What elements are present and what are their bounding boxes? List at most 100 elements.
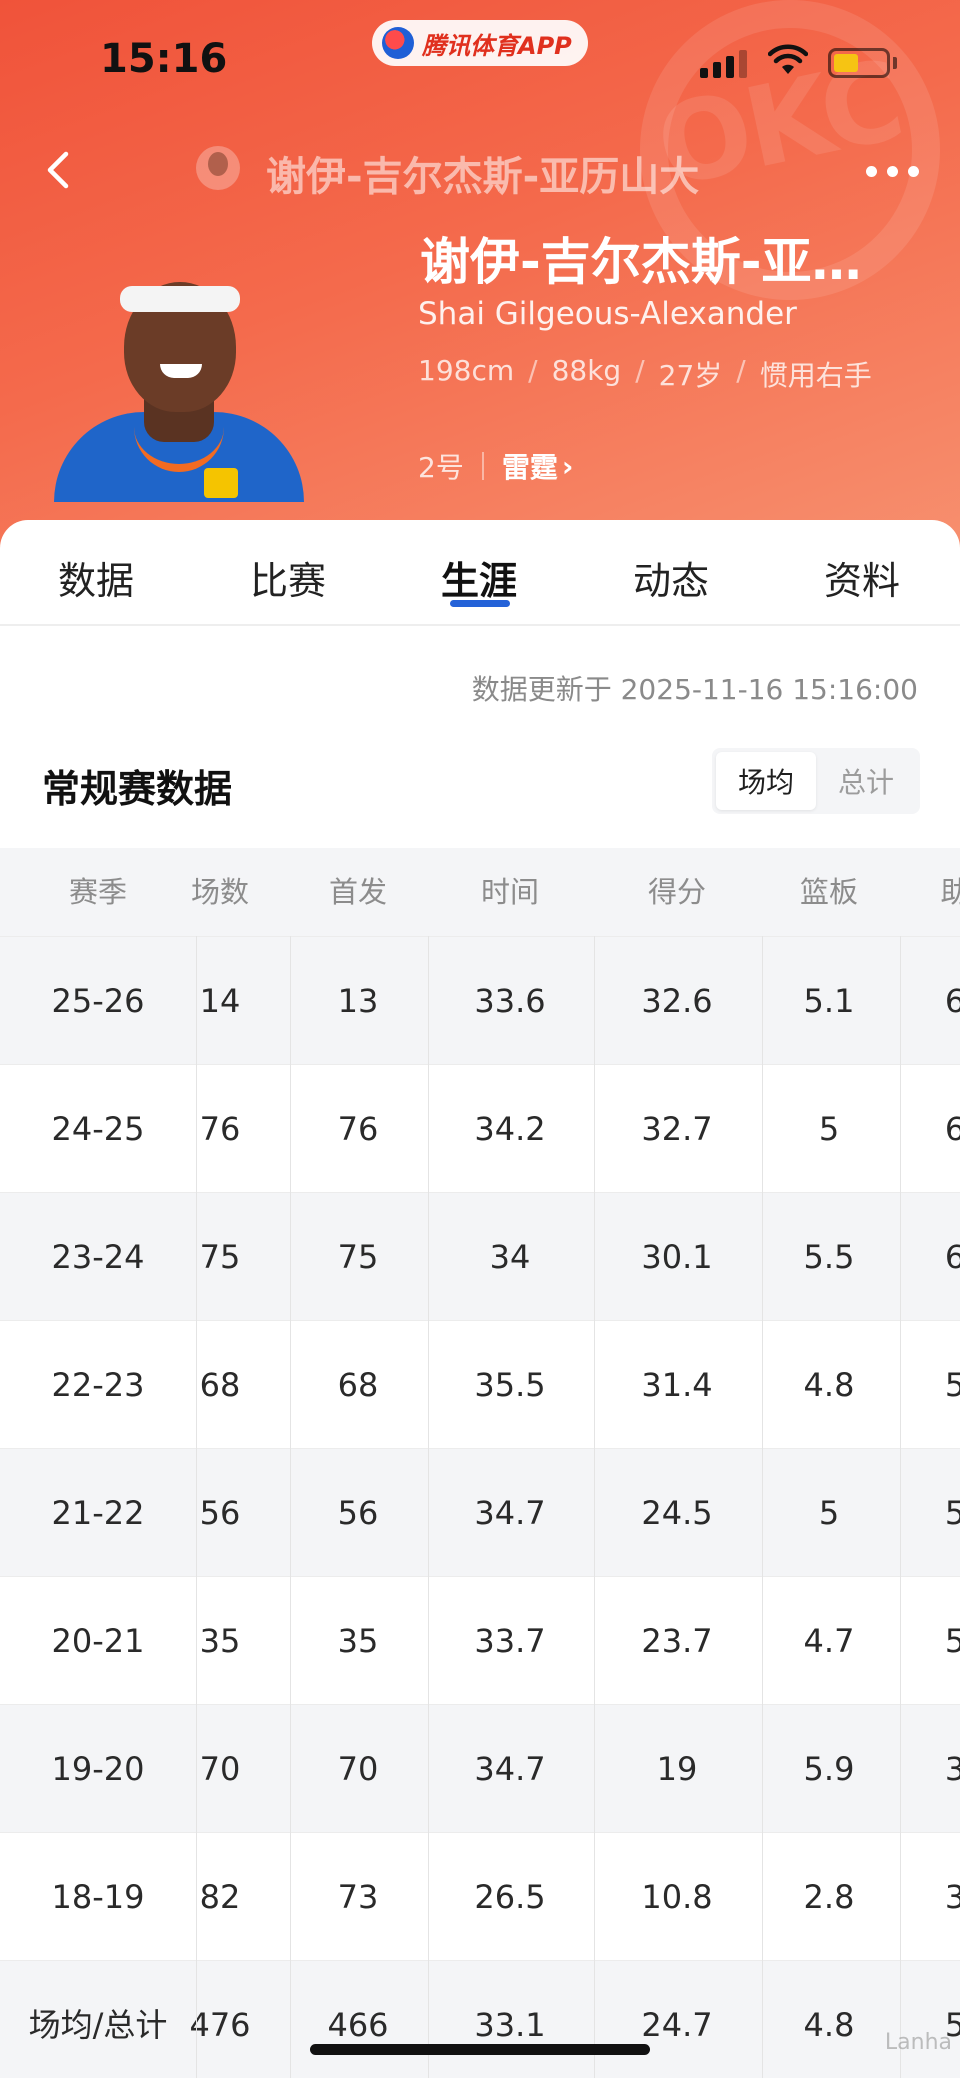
back-icon[interactable] (38, 148, 82, 192)
table-cell: 13 (337, 982, 379, 1020)
table-cell: 3 (944, 1750, 960, 1788)
tab-data[interactable]: 数据 (58, 550, 134, 605)
table-row: 25-26 14 13 33.6 32.6 5.1 6 (0, 936, 960, 1064)
column-divider (762, 936, 763, 2078)
table-cell: 76 (337, 1110, 379, 1148)
table-cell: 24.7 (641, 2006, 713, 2044)
table-header-cell: 助 (940, 875, 960, 909)
stats-table[interactable]: 赛季 场数 首发 时间 得分 篮板助 25-26 14 13 33.6 32.6 5.1 6 24-25… (0, 848, 960, 2078)
app-badge[interactable]: 腾讯体育APP (372, 20, 588, 66)
table-cell: 75 (337, 1238, 379, 1276)
table-cell: 4.8 (803, 2006, 855, 2044)
player-weight: 88kg (551, 354, 622, 387)
column-divider (900, 936, 901, 2078)
table-cell: 25-26 (51, 982, 145, 1020)
table-cell: 5 (944, 1494, 960, 1532)
table-row: 23-24 75 75 34 30.1 5.5 6 (0, 1192, 960, 1320)
table-cell: 10.8 (641, 1878, 713, 1916)
status-bar: 15:16 腾讯体育APP (0, 0, 960, 120)
team-link[interactable]: 雷霆 › (502, 446, 574, 486)
table-cell: 70 (337, 1750, 379, 1788)
table-cell: 30.1 (641, 1238, 713, 1276)
table-cell: 32.7 (641, 1110, 713, 1148)
table-cell: 4.7 (803, 1622, 855, 1660)
team-name: 雷霆 (501, 451, 558, 484)
table-cell: 34.7 (474, 1750, 546, 1788)
table-cell: 6 (944, 982, 960, 1020)
table-cell: 34.7 (474, 1494, 546, 1532)
table-cell: 5.1 (803, 982, 855, 1020)
more-icon[interactable] (866, 166, 919, 177)
data-updated-time: 数据更新于 2025-11-16 15:16:00 (471, 673, 918, 706)
table-cell: 33.1 (474, 2006, 546, 2044)
table-cell: 20-21 (51, 1622, 145, 1660)
column-divider (290, 936, 291, 2078)
section-title: 常规赛数据 (42, 767, 233, 811)
home-indicator (310, 2044, 650, 2055)
table-cell: 68 (199, 1366, 241, 1404)
table-cell: 21-22 (51, 1494, 145, 1532)
status-time: 15:16 (100, 36, 228, 82)
player-name-en: Shai Gilgeous-Alexander (418, 296, 797, 332)
wifi-icon (768, 44, 808, 74)
table-row: 20-21 35 35 33.7 23.7 4.7 5 (0, 1576, 960, 1704)
table-cell: 476 (189, 2006, 251, 2044)
table-cell: 56 (337, 1494, 379, 1532)
table-cell: 23-24 (51, 1238, 145, 1276)
battery-icon (828, 48, 890, 78)
column-divider (196, 936, 197, 2078)
table-cell: 33.6 (474, 982, 546, 1020)
table-cell: 5 (944, 1366, 960, 1404)
table-cell: 466 (327, 2006, 389, 2044)
tab-career[interactable]: 生涯 (441, 550, 517, 605)
nav-avatar (196, 146, 240, 190)
table-row: 24-25 76 76 34.2 32.7 5 6 (0, 1064, 960, 1192)
table-cell: 5.9 (803, 1750, 855, 1788)
active-tab-indicator (450, 600, 510, 607)
table-cell: 4.8 (803, 1366, 855, 1404)
table-cell: 33.7 (474, 1622, 546, 1660)
divider (481, 452, 484, 480)
table-cell: 76 (199, 1110, 241, 1148)
player-team-row: 2号 雷霆 › (418, 446, 573, 486)
player-photo (44, 262, 314, 502)
table-row: 21-22 56 56 34.7 24.5 5 5 (0, 1448, 960, 1576)
column-divider (594, 936, 595, 2078)
table-summary-row: 场均/总计 476 466 33.1 24.7 4.8 5 (0, 1960, 960, 2078)
table-cell: 19 (656, 1750, 698, 1788)
tab-profile[interactable]: 资料 (824, 550, 900, 605)
tab-news[interactable]: 动态 (633, 550, 709, 605)
chevron-right-icon: › (561, 449, 574, 483)
table-cell: 5.5 (803, 1238, 855, 1276)
table-cell: 18-19 (51, 1878, 145, 1916)
player-hand: 惯用右手 (759, 359, 872, 392)
nav-bar: 谢伊-吉尔杰斯-亚历山大 (0, 130, 960, 210)
table-cell: 34.2 (474, 1110, 546, 1148)
table-row: 22-23 68 68 35.5 31.4 4.8 5 (0, 1320, 960, 1448)
table-header-cell: 篮板 (799, 875, 858, 909)
app-name: 腾讯体育APP (422, 31, 572, 60)
table-cell: 56 (199, 1494, 241, 1532)
table-cell: 23.7 (641, 1622, 713, 1660)
toggle-total[interactable]: 总计 (816, 752, 916, 810)
table-cell: 75 (199, 1238, 241, 1276)
table-cell: 2.8 (803, 1878, 855, 1916)
cellular-signal-icon (700, 50, 747, 78)
table-cell: 70 (199, 1750, 241, 1788)
player-height: 198cm (418, 354, 515, 387)
avg-total-toggle: 场均 总计 (712, 748, 920, 814)
table-cell: 场均/总计 (28, 2006, 168, 2044)
battery-level (834, 54, 858, 72)
table-cell: 31.4 (641, 1366, 713, 1404)
table-cell: 34 (489, 1238, 531, 1276)
app-logo-icon (382, 27, 414, 59)
nav-title: 谢伊-吉尔杰斯-亚历山大 (266, 154, 700, 200)
toggle-average[interactable]: 场均 (716, 752, 816, 810)
player-header: OKC 15:16 腾讯体育APP 谢伊-吉尔杰斯-亚历山大 谢伊-吉尔杰斯-亚… (0, 0, 960, 560)
table-cell: 5 (818, 1110, 840, 1148)
player-number: 2号 (418, 451, 464, 484)
player-name-cn: 谢伊-吉尔杰斯-亚… (420, 233, 862, 291)
column-divider (428, 936, 429, 2078)
tab-games[interactable]: 比赛 (250, 550, 326, 605)
table-cell: 24-25 (51, 1110, 145, 1148)
